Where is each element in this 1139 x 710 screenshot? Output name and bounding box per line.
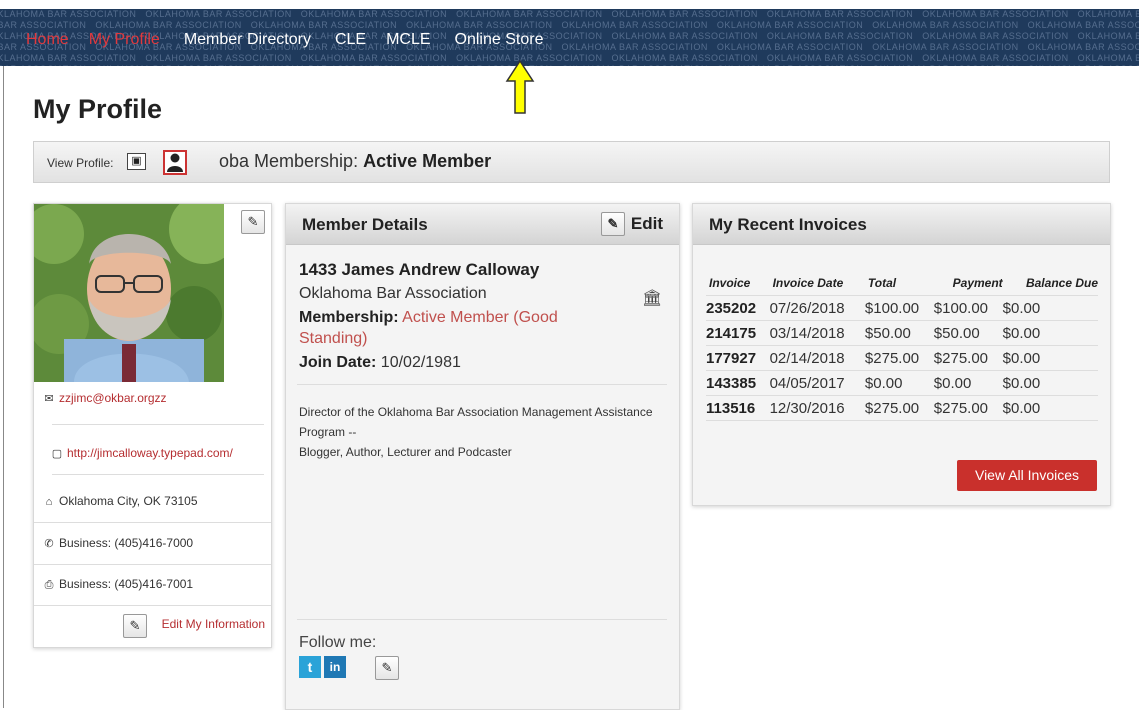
membership-status: oba Membership: Active Member [219,151,492,171]
table-row[interactable]: 113516 12/30/2016 $275.00 $275.00 $0.00 [706,395,1098,421]
nav-pattern-line: OKLAHOMA BAR ASSOCIATION OKLAHOMA BAR AS… [0,20,1139,30]
view-profile-label: View Profile: [47,156,114,170]
nav-member-directory[interactable]: Member Directory [184,31,311,49]
email-link[interactable]: zzjimc@okbar.orgzz [59,391,167,405]
person-icon[interactable] [163,150,187,175]
member-details-header: Member Details ✎ Edit [286,204,679,245]
membership-bar: View Profile: ▣ oba Membership: Active M… [33,141,1110,183]
col-invoice-date: Invoice Date [769,276,865,296]
member-details-edit[interactable]: ✎ Edit [600,212,663,236]
join-date-line: Join Date: 10/02/1981 [299,354,461,371]
table-row[interactable]: 235202 07/26/2018 $100.00 $100.00 $0.00 [706,295,1098,321]
col-balance-due: Balance Due [1002,276,1098,296]
edit-info-pencil-button[interactable]: ✎ [123,614,147,638]
invoices-table: Invoice Invoice Date Total Payment Balan… [706,276,1098,421]
divider [34,564,271,565]
website-row: ▢ http://jimcalloway.typepad.com/ [50,446,233,460]
id-card-icon[interactable]: ▣ [127,153,146,170]
page-left-border [3,66,4,708]
nav-pattern-line: OKLAHOMA BAR ASSOCIATION OKLAHOMA BAR AS… [0,53,1139,63]
nav-pattern-line: OKLAHOMA BAR ASSOCIATION OKLAHOMA BAR AS… [0,9,1139,19]
nav-my-profile[interactable]: My Profile [89,31,160,49]
divider [52,424,264,425]
nav-pattern-line: OKLAHOMA BAR ASSOCIATION OKLAHOMA BAR AS… [0,64,1139,66]
twitter-icon[interactable]: t [299,656,321,678]
nav-mcle[interactable]: MCLE [386,31,430,49]
member-details-title: Member Details [302,215,428,234]
table-row[interactable]: 177927 02/14/2018 $275.00 $275.00 $0.00 [706,345,1098,371]
edit-my-information-link[interactable]: Edit My Information [162,617,265,631]
member-organization: Oklahoma Bar Association [299,285,487,302]
member-name: 1433 James Andrew Calloway [299,260,540,279]
edit-photo-button[interactable]: ✎ [241,210,265,234]
divider [297,384,667,385]
top-navigation: OKLAHOMA BAR ASSOCIATION OKLAHOMA BAR AS… [0,9,1139,66]
fax-row: ⎙ Business: (405)416-7001 [42,577,194,592]
nav-online-store[interactable]: Online Store [455,31,544,49]
membership-line: Membership: Active Member (Good Standing… [299,309,558,347]
home-icon: ⌂ [45,496,53,508]
table-row[interactable]: 214175 03/14/2018 $50.00 $50.00 $0.00 [706,320,1098,346]
view-all-invoices-button[interactable]: View All Invoices [957,460,1097,491]
table-row[interactable]: 143385 04/05/2017 $0.00 $0.00 $0.00 [706,370,1098,396]
nav-cle[interactable]: CLE [335,31,366,49]
linkedin-icon[interactable]: in [324,656,346,678]
up-arrow-icon [505,59,535,114]
divider [52,474,264,475]
location-row: ⌂ Oklahoma City, OK 73105 [42,494,198,508]
envelope-icon: ✉ [44,393,54,405]
profile-photo [34,204,224,382]
profile-card: ✎ ✉ zzjimc@okbar.orgzz ▢ http://jimcallowa… [33,203,272,648]
divider [34,605,271,606]
edit-label: Edit [630,214,663,233]
phone-row: ✆ Business: (405)416-7000 [42,536,193,550]
phone-icon: ✆ [44,538,54,550]
divider [34,522,271,523]
recent-invoices-card: My Recent Invoices Invoice Invoice Date … [692,203,1111,506]
monitor-icon: ▢ [51,448,63,460]
recent-invoices-title: My Recent Invoices [709,215,867,234]
bank-icon: 🏛 [642,290,663,307]
table-header-row: Invoice Invoice Date Total Payment Balan… [706,276,1098,296]
nav-items: Home My Profile Member Directory CLE MCL… [26,31,567,49]
member-details-card: Member Details ✎ Edit 1433 James Andrew … [285,203,680,710]
edit-social-button[interactable]: ✎ [375,656,399,680]
divider [297,619,667,620]
pencil-icon: ✎ [600,212,625,236]
nav-home[interactable]: Home [26,31,69,49]
col-total: Total [864,276,934,296]
email-row: ✉ zzjimc@okbar.orgzz [42,391,167,405]
website-link[interactable]: http://jimcalloway.typepad.com/ [67,446,233,460]
recent-invoices-header: My Recent Invoices [693,204,1110,245]
member-description: Director of the Oklahoma Bar Association… [299,405,653,459]
col-payment: Payment [933,276,1003,296]
printer-icon: ⎙ [44,579,54,591]
follow-me-label: Follow me: [299,634,377,651]
col-invoice: Invoice [706,276,770,296]
page-title: My Profile [33,94,163,124]
